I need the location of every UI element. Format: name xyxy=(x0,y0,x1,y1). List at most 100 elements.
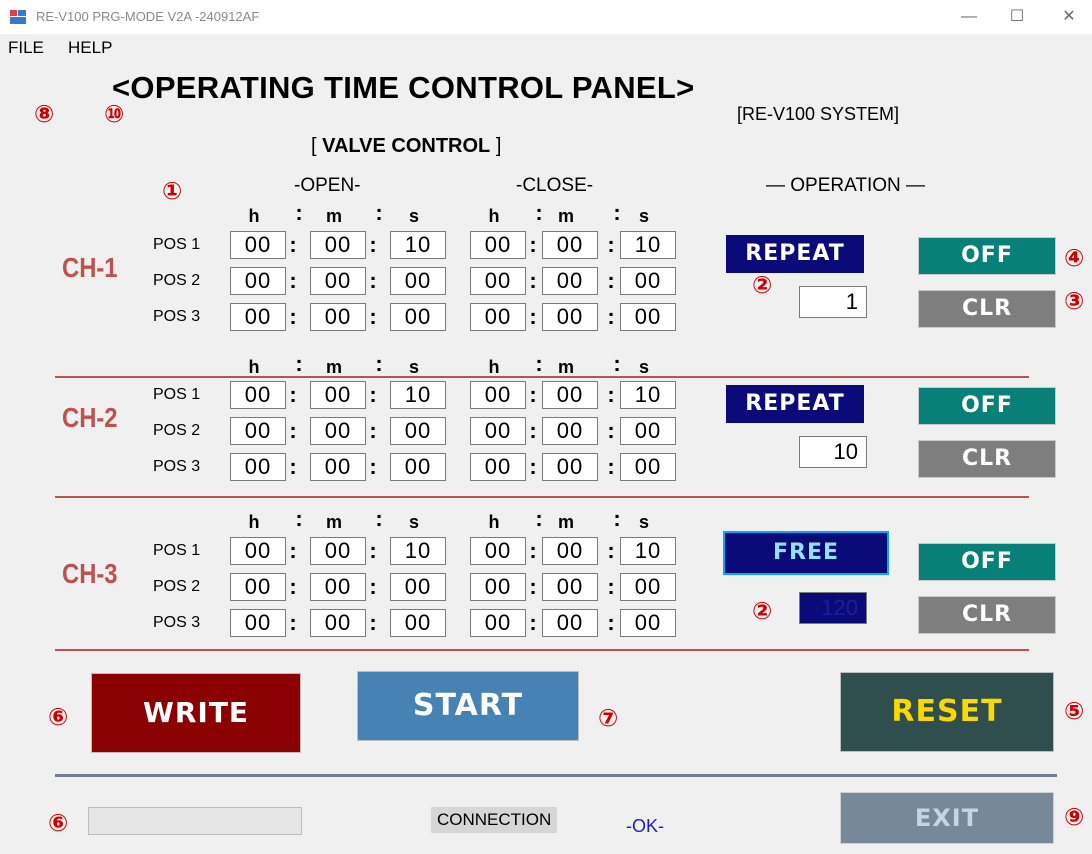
connection-label: CONNECTION xyxy=(431,807,558,833)
open-time-field[interactable]: 00 xyxy=(310,453,366,481)
unit-label-s: s xyxy=(638,206,649,226)
close-time-field[interactable]: 00 xyxy=(620,267,676,295)
open-time-field[interactable]: 00 xyxy=(390,267,446,295)
mode-button[interactable]: REPEAT xyxy=(726,385,864,423)
colon-separator: : xyxy=(375,200,383,225)
open-time-field[interactable]: 00 xyxy=(310,303,366,331)
close-time-field[interactable]: 00 xyxy=(542,381,598,409)
mode-button[interactable]: FREE xyxy=(723,531,889,575)
close-time-field[interactable]: 00 xyxy=(620,303,676,331)
menu-help[interactable]: HELP xyxy=(68,38,112,58)
open-time-field[interactable]: 00 xyxy=(230,231,286,259)
reset-button[interactable]: RESET xyxy=(840,672,1054,752)
close-time-field[interactable]: 00 xyxy=(470,417,526,445)
clr-button[interactable]: CLR xyxy=(918,596,1056,634)
close-time-field[interactable]: 10 xyxy=(620,537,676,565)
close-time-field[interactable]: 10 xyxy=(620,231,676,259)
close-time-field[interactable]: 00 xyxy=(542,573,598,601)
unit-label-h: h xyxy=(248,357,260,377)
repeat-count-field[interactable]: 10 xyxy=(799,436,867,468)
clr-button[interactable]: CLR xyxy=(918,290,1056,328)
close-time-field[interactable]: 00 xyxy=(542,609,598,637)
close-time-field[interactable]: 00 xyxy=(620,609,676,637)
open-time-field[interactable]: 00 xyxy=(310,417,366,445)
write-button[interactable]: WRITE xyxy=(91,673,301,753)
close-time-field[interactable]: 00 xyxy=(470,303,526,331)
close-time-field[interactable]: 00 xyxy=(470,231,526,259)
channel-label: CH-1 xyxy=(62,252,118,283)
close-time-field[interactable]: 00 xyxy=(542,537,598,565)
open-time-field[interactable]: 00 xyxy=(230,537,286,565)
open-time-field[interactable]: 00 xyxy=(310,537,366,565)
close-time-field[interactable]: 00 xyxy=(542,231,598,259)
open-time-field[interactable]: 00 xyxy=(310,609,366,637)
colon-separator: : xyxy=(607,304,615,329)
open-time-field[interactable]: 00 xyxy=(390,303,446,331)
close-time-field[interactable]: 00 xyxy=(470,267,526,295)
clr-button[interactable]: CLR xyxy=(918,440,1056,478)
open-time-field[interactable]: 00 xyxy=(230,573,286,601)
colon-separator: : xyxy=(613,506,621,531)
close-time-field[interactable]: 00 xyxy=(470,537,526,565)
close-time-field[interactable]: 00 xyxy=(620,417,676,445)
open-time-field[interactable]: 00 xyxy=(230,381,286,409)
maximize-icon[interactable]: ☐ xyxy=(994,0,1040,34)
open-time-field[interactable]: 10 xyxy=(390,381,446,409)
open-time-field[interactable]: 00 xyxy=(390,609,446,637)
repeat-count-field[interactable]: 120 xyxy=(799,592,867,624)
section-title: [ VALVE CONTROL ] xyxy=(311,135,501,158)
close-time-field[interactable]: 00 xyxy=(620,573,676,601)
unit-label-s: s xyxy=(408,357,419,377)
open-time-field[interactable]: 00 xyxy=(230,267,286,295)
colon-separator: : xyxy=(295,506,303,531)
colon-separator: : xyxy=(289,382,297,407)
position-label: POS 1 xyxy=(153,236,201,253)
open-time-field[interactable]: 00 xyxy=(310,573,366,601)
close-time-field[interactable]: 00 xyxy=(470,609,526,637)
colon-separator: : xyxy=(529,418,537,443)
start-button[interactable]: START xyxy=(357,671,579,741)
off-button[interactable]: OFF xyxy=(918,237,1056,275)
open-time-field[interactable]: 00 xyxy=(310,267,366,295)
open-time-field[interactable]: 00 xyxy=(230,417,286,445)
close-time-field[interactable]: 00 xyxy=(542,303,598,331)
minimize-icon[interactable]: — xyxy=(946,0,992,34)
colon-separator: : xyxy=(529,268,537,293)
close-time-field[interactable]: 00 xyxy=(470,381,526,409)
position-label: POS 2 xyxy=(153,272,201,289)
open-time-field[interactable]: 00 xyxy=(310,231,366,259)
unit-label-s: s xyxy=(638,512,649,532)
operation-header: — OPERATION — xyxy=(766,175,926,196)
open-time-field[interactable]: 00 xyxy=(310,381,366,409)
channel-label: CH-3 xyxy=(62,558,118,589)
menu-file[interactable]: FILE xyxy=(8,38,44,58)
close-time-field[interactable]: 00 xyxy=(542,267,598,295)
open-time-field[interactable]: 10 xyxy=(390,231,446,259)
off-button[interactable]: OFF xyxy=(918,543,1056,581)
separator xyxy=(55,649,1029,651)
close-time-field[interactable]: 00 xyxy=(542,417,598,445)
open-time-field[interactable]: 00 xyxy=(230,453,286,481)
close-time-field[interactable]: 10 xyxy=(620,381,676,409)
repeat-count-field[interactable]: 1 xyxy=(799,286,867,318)
open-time-field[interactable]: 00 xyxy=(230,609,286,637)
position-label: POS 3 xyxy=(153,308,201,325)
divider xyxy=(55,774,1057,777)
exit-button[interactable]: EXIT xyxy=(840,792,1054,844)
close-time-field[interactable]: 00 xyxy=(470,453,526,481)
mode-button[interactable]: REPEAT xyxy=(726,235,864,273)
close-icon[interactable]: ✕ xyxy=(1046,0,1092,34)
position-label: POS 3 xyxy=(153,614,201,631)
close-time-field[interactable]: 00 xyxy=(542,453,598,481)
close-time-field[interactable]: 00 xyxy=(470,573,526,601)
open-time-field[interactable]: 10 xyxy=(390,537,446,565)
open-time-field[interactable]: 00 xyxy=(390,417,446,445)
colon-separator: : xyxy=(289,538,297,563)
open-time-field[interactable]: 00 xyxy=(390,453,446,481)
off-button[interactable]: OFF xyxy=(918,387,1056,425)
colon-separator: : xyxy=(529,232,537,257)
close-time-field[interactable]: 00 xyxy=(620,453,676,481)
callout-10: ⑩ xyxy=(104,101,125,128)
open-time-field[interactable]: 00 xyxy=(230,303,286,331)
open-time-field[interactable]: 00 xyxy=(390,573,446,601)
